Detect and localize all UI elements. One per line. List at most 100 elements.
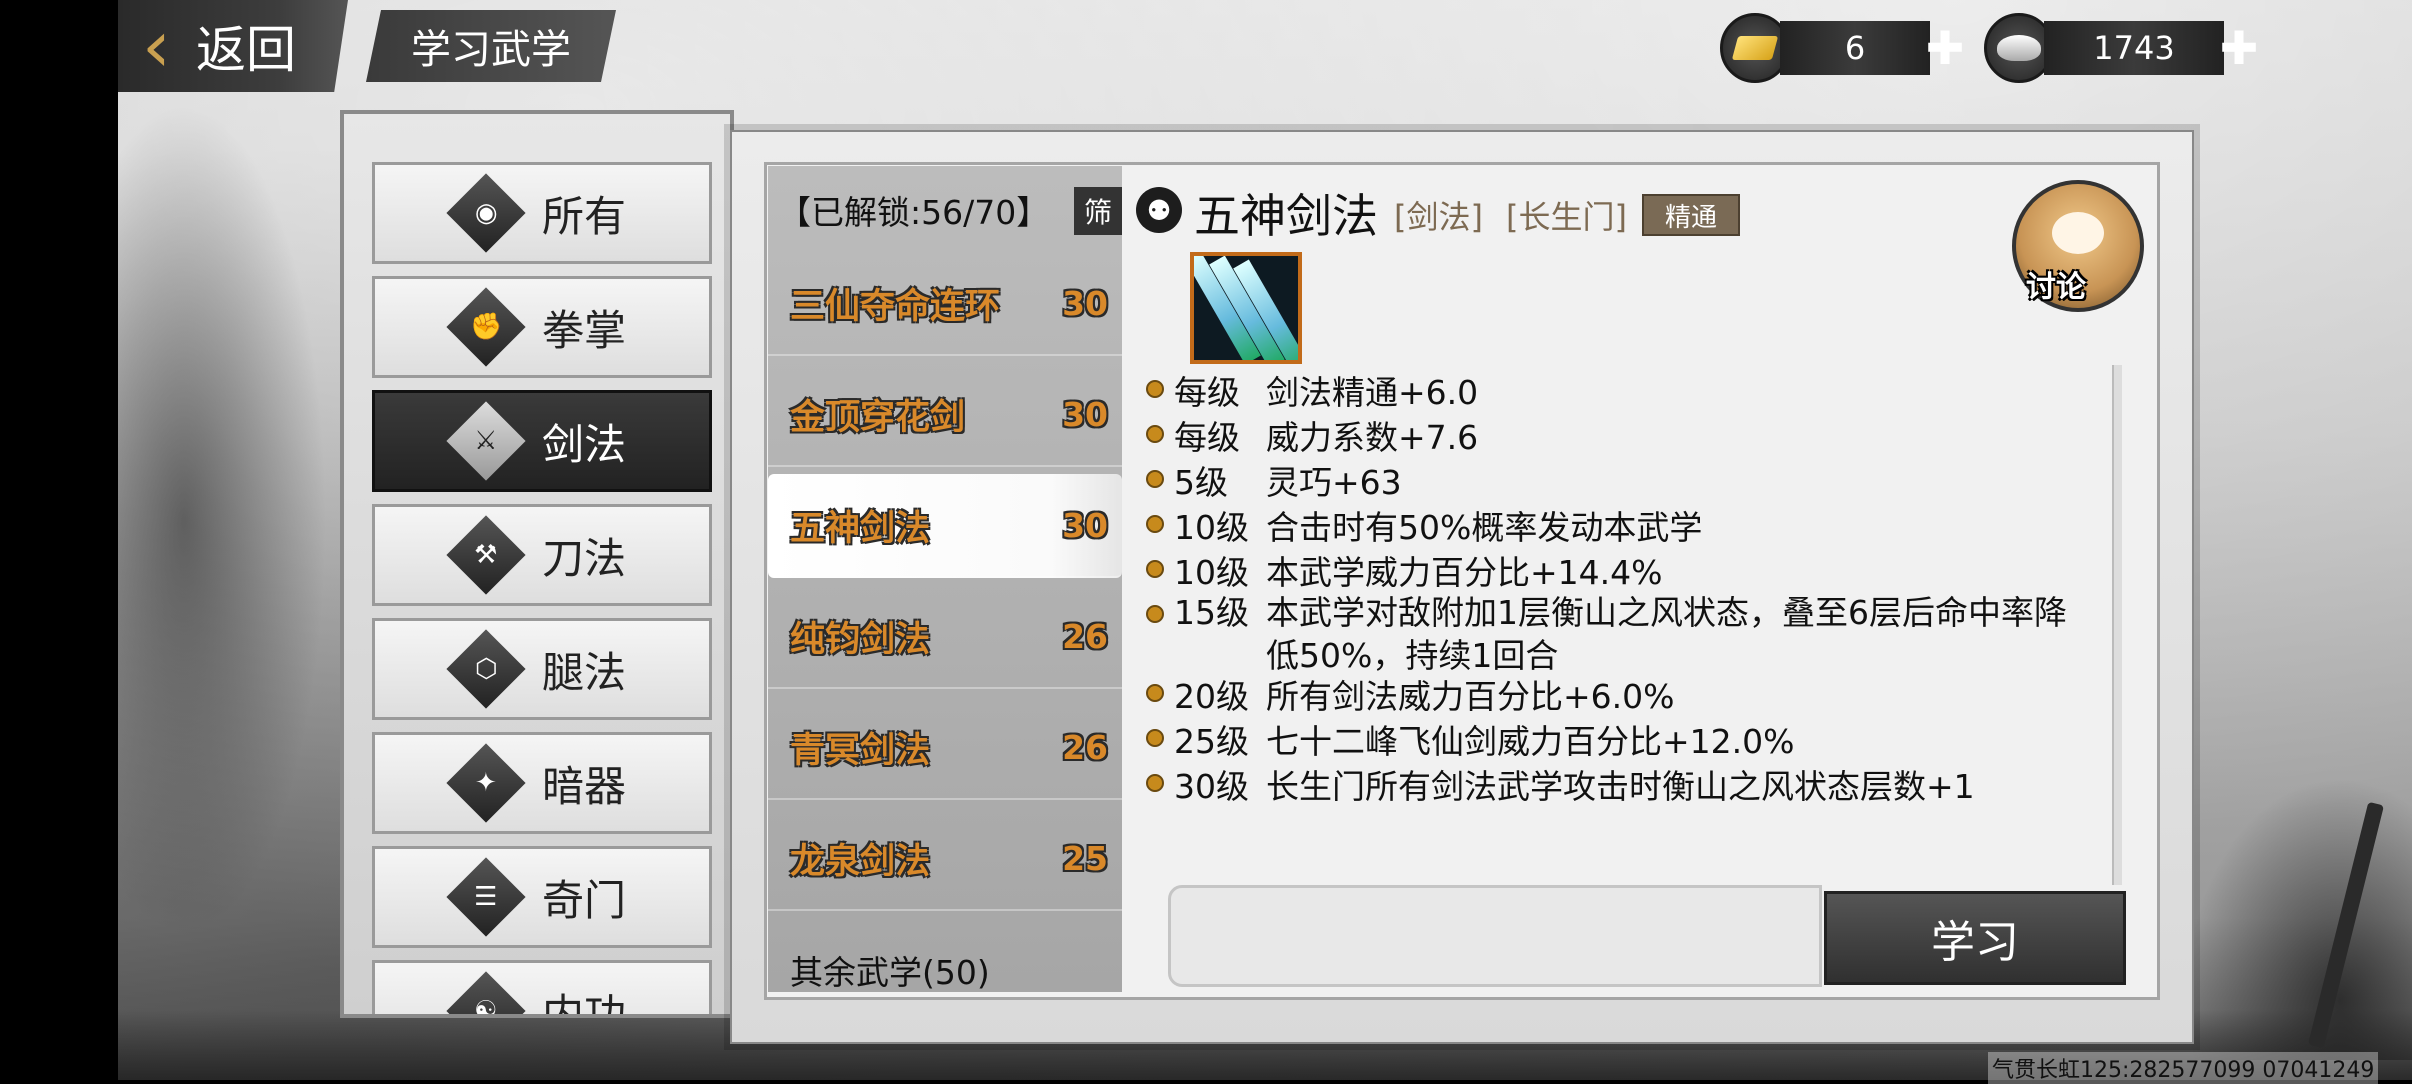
attribute-text: 灵巧+63: [1266, 463, 1402, 502]
detail-scrollbar[interactable]: [2112, 365, 2122, 885]
attribute-level: 5级: [1174, 463, 1228, 502]
meditation-icon: ◉: [446, 173, 526, 253]
server-info: 气贯长虹125:282577099 07041249: [1988, 1052, 2379, 1084]
attribute-level: 25级: [1174, 722, 1249, 761]
category-leg[interactable]: ⬡ 腿法: [372, 618, 712, 720]
bullet-icon: [1146, 515, 1164, 533]
attribute-text: 本武学威力百分比+14.4%: [1266, 553, 1663, 592]
blade-icon: ⚒: [446, 515, 526, 595]
gold-count: 6: [1780, 21, 1930, 75]
skill-row-selected[interactable]: 五神剑法 30: [768, 474, 1122, 578]
category-label: 所有: [541, 191, 626, 241]
category-all[interactable]: ◉ 所有: [372, 162, 712, 264]
bullet-icon: [1146, 560, 1164, 578]
attribute-row: 每级 剑法精通+6.0: [1146, 366, 2086, 414]
dog-avatar-icon: [2052, 212, 2104, 254]
category-label: 奇门: [541, 875, 626, 925]
skill-type-tag: [剑法]: [1394, 198, 1483, 236]
back-button[interactable]: ‹ 返回: [118, 0, 348, 92]
silver-count: 1743: [2044, 21, 2224, 75]
sword-icon: ⚔: [446, 401, 526, 481]
other-skills-button[interactable]: 其余武学(50): [790, 946, 990, 994]
category-inner-power[interactable]: ☯ 内功: [372, 960, 712, 1018]
silver-currency: 1743 ✚: [1984, 13, 2264, 83]
skill-row[interactable]: 三仙夺命连环 30: [768, 252, 1122, 356]
unlock-counter: 【已解锁:56/70】: [778, 193, 1050, 232]
skill-level: 25: [1062, 838, 1108, 878]
skill-name: 青冥剑法: [790, 730, 931, 771]
learn-button[interactable]: 学习: [1824, 891, 2126, 985]
shuriken-icon: ✦: [446, 743, 526, 823]
discuss-label: 讨论: [2026, 270, 2086, 305]
category-special[interactable]: ☰ 奇门: [372, 846, 712, 948]
learn-input-area: [1168, 885, 1822, 987]
bullet-icon: [1146, 774, 1164, 792]
skill-sect-tag: [长生门]: [1506, 198, 1627, 236]
skill-title: 五神剑法: [1194, 189, 1378, 243]
attribute-level: 15级: [1174, 593, 1249, 632]
bullet-icon: [1146, 470, 1164, 488]
category-panel: ◉ 所有 ✊ 拳掌 ⚔ 剑法 ⚒ 刀法 ⬡ 腿法 ✦ 暗器 ☰ 奇门 ☯ 内功: [340, 110, 734, 1018]
attribute-text: 合击时有50%概率发动本武学: [1266, 508, 1703, 547]
skill-level: 30: [1062, 505, 1108, 545]
category-label: 拳掌: [541, 305, 626, 355]
category-sword[interactable]: ⚔ 剑法: [372, 390, 712, 492]
fist-icon: ✊: [446, 287, 526, 367]
attribute-row: 15级 本武学对敌附加1层衡山之风状态，叠至6层后命中率降低50%，持续1回合: [1146, 591, 2086, 677]
attribute-row: 25级 七十二峰飞仙剑威力百分比+12.0%: [1146, 715, 2086, 763]
add-gold-button[interactable]: ✚: [1920, 23, 1970, 73]
filter-button[interactable]: 筛: [1074, 187, 1122, 235]
bullet-icon: [1146, 729, 1164, 747]
skill-name: 五神剑法: [790, 508, 931, 549]
page-title-tag: 学习武学: [366, 10, 616, 82]
attribute-level: 每级: [1174, 373, 1240, 412]
back-label: 返回: [196, 21, 296, 79]
attribute-row: 5级 灵巧+63: [1146, 456, 2086, 504]
attribute-text: 剑法精通+6.0: [1266, 373, 1479, 412]
chevron-left-icon: ‹: [142, 4, 171, 88]
skill-level: 26: [1062, 727, 1108, 767]
skill-name: 金顶穿花剑: [790, 397, 966, 438]
bullet-icon: [1146, 684, 1164, 702]
skill-sword-image: [1190, 252, 1302, 364]
skill-row[interactable]: 纯钧剑法 26: [768, 585, 1122, 689]
attribute-text: 威力系数+7.6: [1266, 418, 1479, 457]
bullet-icon: [1146, 380, 1164, 398]
category-label: 剑法: [541, 419, 626, 469]
attribute-level: 10级: [1174, 553, 1249, 592]
attribute-level: 10级: [1174, 508, 1249, 547]
attribute-row: 每级 威力系数+7.6: [1146, 411, 2086, 459]
skill-level: 30: [1062, 394, 1108, 434]
attribute-row: 20级 所有剑法威力百分比+6.0%: [1146, 670, 2086, 718]
skill-row[interactable]: 金顶穿花剑 30: [768, 363, 1122, 467]
category-hidden-weapon[interactable]: ✦ 暗器: [372, 732, 712, 834]
attribute-text: 所有剑法威力百分比+6.0%: [1266, 677, 1675, 716]
inner-power-icon: ☯: [446, 971, 526, 1014]
category-label: 腿法: [541, 647, 626, 697]
category-label: 内功: [541, 989, 626, 1018]
page-title: 学习武学: [411, 27, 571, 73]
category-label: 暗器: [541, 761, 626, 811]
skill-name: 龙泉剑法: [790, 841, 931, 882]
skill-name: 纯钧剑法: [790, 619, 931, 660]
attribute-text: 七十二峰飞仙剑威力百分比+12.0%: [1266, 722, 1795, 761]
attribute-level: 30级: [1174, 767, 1249, 806]
skill-level: 26: [1062, 616, 1108, 656]
category-fist[interactable]: ✊ 拳掌: [372, 276, 712, 378]
skill-row[interactable]: 青冥剑法 26: [768, 696, 1122, 800]
scroll-icon: ☰: [446, 857, 526, 937]
ink-decoration: [118, 70, 338, 970]
category-blade[interactable]: ⚒ 刀法: [372, 504, 712, 606]
attribute-level: 每级: [1174, 418, 1240, 457]
attribute-level: 20级: [1174, 677, 1249, 716]
mastery-badge: 精通: [1642, 194, 1740, 236]
boot-icon: ⬡: [446, 629, 526, 709]
martial-style-icon: ⚉: [1136, 187, 1182, 233]
attribute-text: 长生门所有剑法武学攻击时衡山之风状态层数+1: [1266, 767, 1975, 806]
skill-level: 30: [1062, 283, 1108, 323]
attribute-row: 10级 合击时有50%概率发动本武学: [1146, 501, 2086, 549]
bullet-icon: [1146, 425, 1164, 443]
bullet-icon: [1146, 605, 1164, 623]
add-silver-button[interactable]: ✚: [2214, 23, 2264, 73]
skill-row[interactable]: 龙泉剑法 25: [768, 807, 1122, 911]
